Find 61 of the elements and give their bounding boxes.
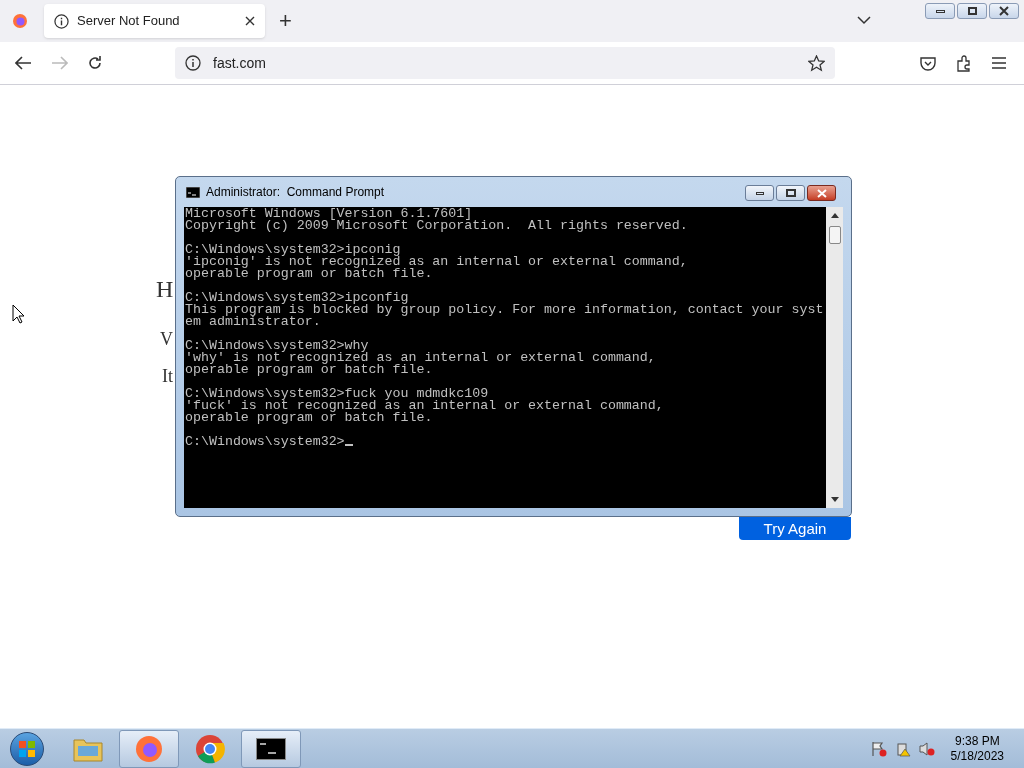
- scroll-down-icon[interactable]: [830, 497, 839, 502]
- close-button[interactable]: [989, 3, 1019, 19]
- console-line: 'fuck' is not recognized as an internal or external command,: [185, 400, 665, 412]
- scroll-thumb[interactable]: [828, 226, 841, 244]
- console-line: 'ipconig' is not recognized as an internal or external command,: [185, 256, 689, 268]
- console-line: em administrator.: [185, 316, 322, 328]
- start-button[interactable]: [10, 731, 44, 766]
- console-line: operable program or batch file.: [185, 412, 434, 424]
- tab-title: Server Not Found: [77, 12, 180, 31]
- console-line: This program is blocked by group policy. For more information, contact your syst: [185, 304, 825, 316]
- restore-button[interactable]: [957, 3, 987, 19]
- body-text: It: [162, 365, 173, 388]
- chrome-icon: [195, 733, 225, 764]
- console-line: operable program or batch file.: [185, 268, 434, 280]
- scroll-up-icon[interactable]: [830, 213, 839, 218]
- flag-icon[interactable]: [870, 740, 887, 757]
- console-line: C:\Windows\system32>ipconig: [185, 244, 402, 256]
- console-line: operable program or batch file.: [185, 364, 434, 376]
- chevron-down-icon[interactable]: [857, 15, 871, 25]
- close-icon: [816, 188, 827, 198]
- scrollbar[interactable]: [826, 207, 843, 508]
- close-button[interactable]: [807, 185, 836, 201]
- console-line: Copyright (c) 2009 Microsoft Corporation. All rights reserved.: [185, 220, 689, 232]
- console-line: C:\Windows\system32>fuck you mdmdkc109: [185, 388, 489, 400]
- star-icon[interactable]: [808, 54, 825, 72]
- try-again-button[interactable]: Try Again: [739, 517, 851, 540]
- maximize-button[interactable]: [776, 185, 805, 201]
- console-icon: [256, 737, 286, 760]
- new-tab-button[interactable]: +: [279, 10, 292, 32]
- taskbar-button[interactable]: [241, 729, 301, 768]
- menu-icon[interactable]: [992, 57, 1006, 69]
- info-icon: [54, 13, 69, 29]
- speaker-muted-icon[interactable]: [918, 740, 935, 757]
- body-text: V: [160, 328, 173, 351]
- close-icon[interactable]: [245, 16, 255, 26]
- mouse-pointer-icon: [12, 304, 25, 324]
- back-icon[interactable]: [15, 56, 32, 70]
- address-text: fast.com: [213, 53, 266, 73]
- window-title: Administrator: Command Prompt: [206, 184, 385, 201]
- info-icon[interactable]: [185, 55, 201, 71]
- console-icon: [186, 186, 200, 198]
- console-line: C:\Windows\system32>ipconfig: [185, 292, 410, 304]
- heading-text: H: [156, 275, 174, 304]
- console-line: Microsoft Windows [Version 6.1.7601]: [185, 208, 473, 220]
- firefox-icon: [135, 734, 163, 763]
- browser-tab[interactable]: Server Not Found: [44, 4, 265, 38]
- pocket-icon[interactable]: [920, 55, 936, 71]
- minimize-button[interactable]: [925, 3, 955, 19]
- windows-logo: [18, 739, 36, 758]
- minimize-button[interactable]: [745, 185, 774, 201]
- firefox-icon[interactable]: [12, 13, 28, 29]
- console-line: C:\Windows\system32>why: [185, 340, 370, 352]
- console-line: 'why' is not recognized as an internal or external command,: [185, 352, 657, 364]
- address-bar[interactable]: fast.com: [175, 47, 835, 79]
- puzzle-icon[interactable]: [956, 54, 972, 72]
- close-icon: [999, 6, 1009, 16]
- clock-time[interactable]: 9:38 PM: [954, 733, 1000, 749]
- clock-date[interactable]: 5/18/2023: [950, 748, 1004, 764]
- reload-icon[interactable]: [87, 55, 103, 71]
- console-line: C:\Windows\system32>: [185, 436, 826, 448]
- forward-icon: [51, 56, 68, 70]
